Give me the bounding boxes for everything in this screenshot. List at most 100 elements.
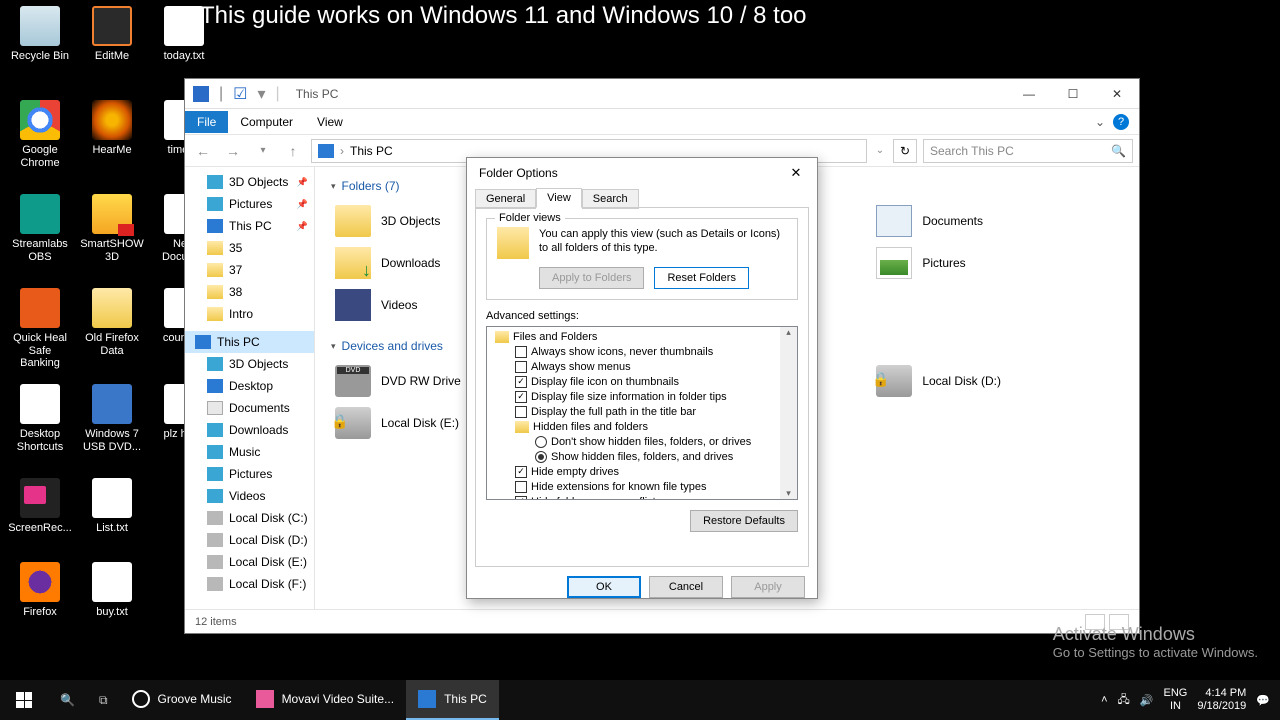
desktop-icon-hearme[interactable]: HearMe: [80, 100, 144, 157]
nav-downloads[interactable]: Downloads: [185, 419, 314, 441]
nav-music[interactable]: Music: [185, 441, 314, 463]
nav-desktop[interactable]: Desktop: [185, 375, 314, 397]
desktop-icon-quickheal[interactable]: Quick Heal Safe Banking: [8, 288, 72, 370]
nav-this-pc-pin[interactable]: This PC📌: [185, 215, 314, 237]
tree-hidden-files[interactable]: Hidden files and folders: [489, 419, 795, 434]
apply-to-folders-button[interactable]: Apply to Folders: [539, 267, 644, 289]
tree-display-file-size[interactable]: ✓Display file size information in folder…: [489, 389, 795, 404]
item-local-disk-d[interactable]: Local Disk (D:): [872, 361, 1123, 401]
nav-local-disk-f[interactable]: Local Disk (F:): [185, 573, 314, 595]
desktop-icon-screenrec[interactable]: ScreenRec...: [8, 478, 72, 535]
start-button[interactable]: [0, 680, 48, 720]
minimize-button[interactable]: —: [1007, 80, 1051, 108]
nav-3d-objects[interactable]: 3D Objects📌: [185, 171, 314, 193]
dialog-close-button[interactable]: ✕: [783, 162, 809, 184]
desktop-icon-today[interactable]: today.txt: [152, 6, 216, 63]
tree-show-hidden[interactable]: Show hidden files, folders, and drives: [489, 449, 795, 464]
nav-videos[interactable]: Videos: [185, 485, 314, 507]
taskbar-clock[interactable]: 4:14 PM 9/18/2019: [1197, 687, 1246, 713]
item-documents[interactable]: Documents: [872, 201, 1123, 241]
ok-button[interactable]: OK: [567, 576, 641, 598]
nav-folder-37[interactable]: 37: [185, 259, 314, 281]
refresh-button[interactable]: ↻: [893, 139, 917, 163]
qat-checkbox-icon[interactable]: ☑: [233, 84, 247, 104]
desktop-icon-buy[interactable]: buy.txt: [80, 562, 144, 619]
task-view-button[interactable]: ⧉: [87, 680, 120, 720]
desktop-icon-editme[interactable]: EditMe: [80, 6, 144, 63]
tab-general[interactable]: General: [475, 189, 536, 209]
desktop-icon-w7usb[interactable]: Windows 7 USB DVD...: [80, 384, 144, 453]
navigation-pane[interactable]: 3D Objects📌 Pictures📌 This PC📌 35 37 38 …: [185, 167, 315, 609]
tree-dont-show-hidden[interactable]: Don't show hidden files, folders, or dri…: [489, 434, 795, 449]
nav-back-button[interactable]: ←: [191, 139, 215, 163]
tree-files-folders[interactable]: Files and Folders: [489, 329, 795, 344]
folder-icon: [92, 288, 132, 328]
nav-folder-intro[interactable]: Intro: [185, 303, 314, 325]
tab-search[interactable]: Search: [582, 189, 639, 209]
desktop-icon-list[interactable]: List.txt: [80, 478, 144, 535]
banner-text: This guide works on Windows 11 and Windo…: [200, 2, 807, 30]
desktop-icon-smartshow[interactable]: SmartSHOW 3D: [80, 194, 144, 263]
tab-computer[interactable]: Computer: [228, 111, 305, 133]
tab-view[interactable]: View: [305, 111, 355, 133]
ribbon-collapse-icon[interactable]: ⌄: [1095, 115, 1105, 129]
action-center-button[interactable]: 💬: [1256, 694, 1270, 707]
nav-local-disk-d[interactable]: Local Disk (D:): [185, 529, 314, 551]
tab-file[interactable]: File: [185, 111, 228, 133]
desktop-icon-chrome[interactable]: Google Chrome: [8, 100, 72, 169]
keyboard-indicator[interactable]: IN: [1164, 700, 1188, 713]
nav-folder-35[interactable]: 35: [185, 237, 314, 259]
desktop-icon-oldfirefox[interactable]: Old Firefox Data: [80, 288, 144, 357]
nav-history-button[interactable]: ▾: [251, 139, 275, 163]
folder-views-icon: [497, 227, 529, 259]
nav-documents[interactable]: Documents: [185, 397, 314, 419]
tray-network-icon[interactable]: 🖧: [1118, 691, 1130, 710]
nav-local-disk-e[interactable]: Local Disk (E:): [185, 551, 314, 573]
desktop-icon-streamlabs[interactable]: Streamlabs OBS: [8, 194, 72, 263]
tree-always-menus[interactable]: Always show menus: [489, 359, 795, 374]
taskbar-this-pc[interactable]: This PC: [406, 680, 499, 720]
search-input[interactable]: Search This PC 🔍: [923, 139, 1133, 163]
tree-hide-empty-drives[interactable]: ✓Hide empty drives: [489, 464, 795, 479]
nav-forward-button[interactable]: →: [221, 139, 245, 163]
editme-icon: [92, 6, 132, 46]
dialog-titlebar[interactable]: Folder Options ✕: [467, 158, 817, 188]
nav-local-disk-c[interactable]: Local Disk (C:): [185, 507, 314, 529]
address-dropdown[interactable]: ⌄: [873, 145, 887, 156]
tab-view[interactable]: View: [536, 188, 582, 208]
cancel-button[interactable]: Cancel: [649, 576, 723, 598]
taskbar-movavi[interactable]: Movavi Video Suite...: [244, 680, 407, 720]
tree-always-icons[interactable]: Always show icons, never thumbnails: [489, 344, 795, 359]
tree-scrollbar[interactable]: [780, 327, 797, 499]
taskbar-groove-music[interactable]: Groove Music: [120, 680, 244, 720]
taskbar-search-button[interactable]: 🔍: [48, 680, 87, 720]
close-button[interactable]: ✕: [1095, 80, 1139, 108]
desktop-icon-recycle-bin[interactable]: Recycle Bin: [8, 6, 72, 63]
desktop-icon-firefox[interactable]: Firefox: [8, 562, 72, 619]
tray-overflow-button[interactable]: ˄: [1101, 694, 1107, 706]
recycle-bin-icon: [20, 6, 60, 46]
nav-pictures[interactable]: Pictures📌: [185, 193, 314, 215]
maximize-button[interactable]: ☐: [1051, 80, 1095, 108]
reset-folders-button[interactable]: Reset Folders: [654, 267, 748, 289]
restore-defaults-button[interactable]: Restore Defaults: [690, 510, 798, 532]
explorer-titlebar[interactable]: | ☑ ▾ | This PC — ☐ ✕: [185, 79, 1139, 109]
nav-up-button[interactable]: ↑: [281, 139, 305, 163]
tree-full-path-title[interactable]: Display the full path in the title bar: [489, 404, 795, 419]
qat-dropdown-icon[interactable]: ▾: [258, 84, 266, 104]
item-pictures[interactable]: Pictures: [872, 243, 1123, 283]
nav-this-pc[interactable]: This PC: [185, 331, 314, 353]
nav-folder-38[interactable]: 38: [185, 281, 314, 303]
nav-pictures-2[interactable]: Pictures: [185, 463, 314, 485]
desktop-icon-shortcuts[interactable]: Desktop Shortcuts: [8, 384, 72, 453]
help-icon[interactable]: ?: [1113, 114, 1129, 130]
nav-3d-objects-2[interactable]: 3D Objects: [185, 353, 314, 375]
language-indicator[interactable]: ENG: [1164, 687, 1188, 700]
tree-display-file-icon[interactable]: ✓Display file icon on thumbnails: [489, 374, 795, 389]
advanced-settings-tree[interactable]: Files and Folders Always show icons, nev…: [486, 326, 798, 500]
tree-hide-extensions[interactable]: Hide extensions for known file types: [489, 479, 795, 494]
dialog-title: Folder Options: [479, 166, 558, 180]
tray-volume-icon[interactable]: 🔊: [1140, 694, 1154, 707]
tree-hide-merge-conflicts[interactable]: ✓Hide folder merge conflicts: [489, 494, 795, 500]
apply-button[interactable]: Apply: [731, 576, 805, 598]
